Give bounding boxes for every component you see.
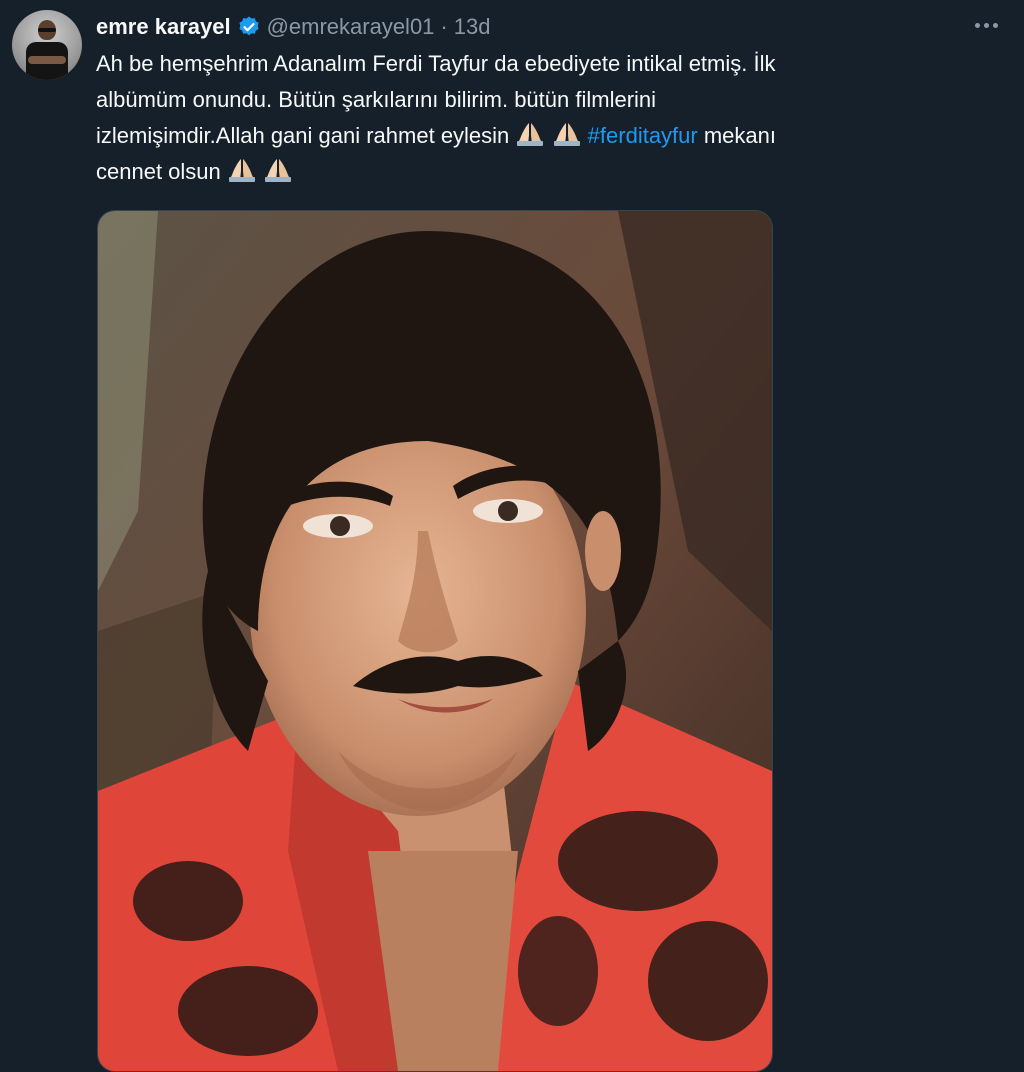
- tweet[interactable]: emre karayel @emrekarayel01 · 13d Ah be …: [0, 0, 1024, 1072]
- more-dot: [992, 22, 998, 28]
- tweet-timestamp[interactable]: 13d: [454, 14, 491, 40]
- tweet-text-segment: Ah be hemşehrim Adanalım Ferdi Tayfur da…: [96, 51, 776, 76]
- more-options-icon[interactable]: [968, 10, 1004, 40]
- tweet-text-segment: cennet olsun: [96, 159, 221, 184]
- tweet-header: emre karayel @emrekarayel01 · 13d: [96, 12, 490, 42]
- author-avatar[interactable]: [12, 10, 82, 80]
- avatar-arms: [28, 56, 66, 64]
- tweet-text-segment: mekanı: [703, 123, 777, 148]
- folded-hands-emoji-icon: [553, 123, 580, 146]
- folded-hands-emoji-icon: [265, 159, 292, 182]
- tweet-text-line: cennet olsun: [96, 154, 976, 190]
- hashtag-link[interactable]: #ferditayfur: [588, 123, 698, 148]
- tweet-text-segment: izlemişimdir.Allah gani gani rahmet eyle…: [96, 123, 510, 148]
- tweet-text: Ah be hemşehrim Adanalım Ferdi Tayfur da…: [96, 46, 976, 190]
- tweet-text-line: Ah be hemşehrim Adanalım Ferdi Tayfur da…: [96, 46, 976, 82]
- author-name[interactable]: emre karayel: [96, 14, 231, 40]
- more-dot: [974, 22, 980, 28]
- author-handle[interactable]: @emrekarayel01: [267, 14, 435, 40]
- folded-hands-emoji-icon: [517, 123, 544, 146]
- header-separator: ·: [440, 14, 448, 39]
- tweet-text-line: albümüm onundu. Bütün şarkılarını biliri…: [96, 82, 976, 118]
- more-dot: [983, 22, 989, 28]
- tweet-text-line: izlemişimdir.Allah gani gani rahmet eyle…: [96, 118, 976, 154]
- tweet-text-segment: albümüm onundu. Bütün şarkılarını biliri…: [96, 87, 657, 112]
- avatar-glasses: [38, 28, 56, 32]
- verified-badge-icon: [238, 16, 259, 36]
- tweet-photo[interactable]: [97, 210, 773, 1072]
- portrait-photo: [98, 211, 772, 1071]
- folded-hands-emoji-icon: [228, 159, 255, 182]
